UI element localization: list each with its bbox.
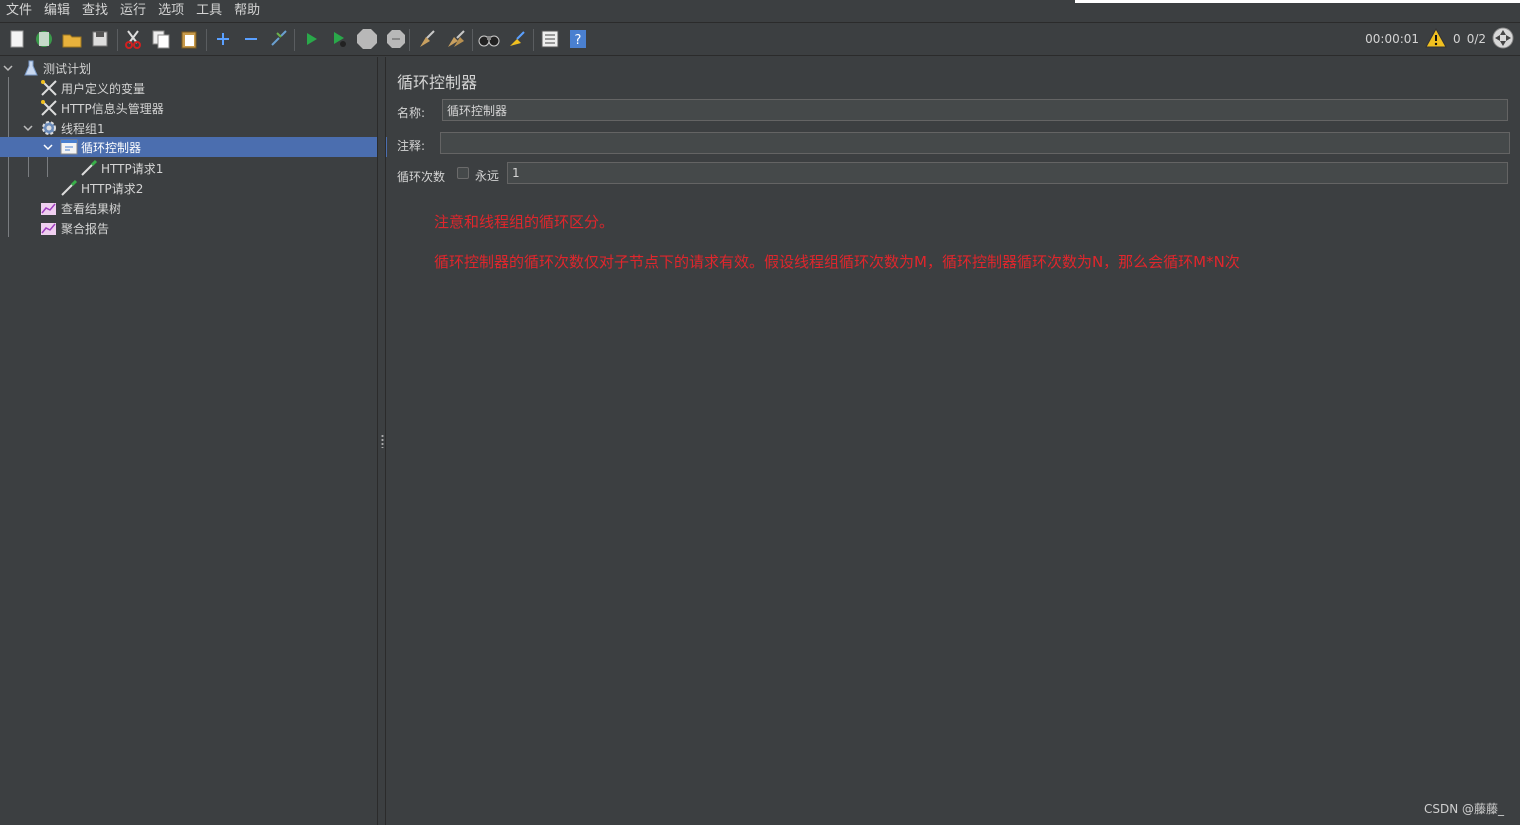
page-title: 循环控制器 xyxy=(397,73,478,92)
tree-item-test-plan[interactable]: 测试计划 xyxy=(0,58,379,78)
tree-item-http-request-2[interactable]: HTTP请求2 xyxy=(0,178,437,198)
search-icon[interactable] xyxy=(478,28,500,50)
remote-icon[interactable] xyxy=(1492,27,1514,52)
menu-run[interactable]: 运行 xyxy=(114,0,152,22)
name-label: 名称: xyxy=(397,106,426,120)
tree-item-label: HTTP请求1 xyxy=(101,161,164,176)
tree-item-label: 循环控制器 xyxy=(81,140,142,155)
status-area: 00:00:01 0 0/2 xyxy=(1365,22,1520,56)
menu-help[interactable]: 帮助 xyxy=(228,0,266,22)
panel-splitter[interactable] xyxy=(377,57,386,825)
tree-item-header-manager[interactable]: HTTP信息头管理器 xyxy=(0,98,417,118)
open-icon[interactable] xyxy=(61,28,83,50)
menu-tools[interactable]: 工具 xyxy=(190,0,228,22)
comment-field[interactable] xyxy=(440,132,1510,154)
tree-item-thread-group[interactable]: 线程组1 xyxy=(0,118,399,138)
paste-icon[interactable] xyxy=(178,28,200,50)
forever-checkbox[interactable] xyxy=(457,167,469,179)
chart-icon xyxy=(40,219,58,237)
menu-file[interactable]: 文件 xyxy=(0,0,38,22)
tree-item-user-variables[interactable]: 用户定义的变量 xyxy=(0,78,417,98)
clear-icon[interactable] xyxy=(416,28,438,50)
expand-icon[interactable] xyxy=(212,28,234,50)
stop-icon[interactable] xyxy=(356,28,378,50)
note-line-2: 循环控制器的循环次数仅对子节点下的请求有效。假设线程组循环次数为M，循环控制器循… xyxy=(434,253,1240,271)
svg-text:?: ? xyxy=(575,33,582,48)
tree-item-view-results-tree[interactable]: 查看结果树 xyxy=(0,198,417,218)
elapsed-timer: 00:00:01 xyxy=(1365,32,1420,46)
collapse-icon[interactable] xyxy=(240,28,262,50)
tree-item-label: HTTP信息头管理器 xyxy=(61,101,164,116)
templates-icon[interactable] xyxy=(33,28,55,50)
help-icon[interactable]: ? xyxy=(567,28,589,50)
menu-search[interactable]: 查找 xyxy=(76,0,114,22)
tree-item-aggregate-report[interactable]: 聚合报告 xyxy=(0,218,417,238)
flask-icon xyxy=(22,59,40,77)
chevron-down-icon[interactable] xyxy=(42,141,54,153)
comment-label: 注释: xyxy=(397,139,426,153)
pipette-icon xyxy=(60,179,78,197)
tree-item-label: 查看结果树 xyxy=(61,201,122,216)
loop-count-field[interactable] xyxy=(507,162,1508,184)
warning-icon[interactable] xyxy=(1425,27,1447,51)
warning-count: 0 xyxy=(1453,32,1461,46)
tree-item-label: 聚合报告 xyxy=(61,221,110,236)
loop-count-label: 循环次数 xyxy=(397,170,446,184)
test-plan-tree: 测试计划 用户定义的变量 HTTP信息头管理器 线程组1 循环控制器 HTTP请… xyxy=(0,57,419,825)
active-threads: 0/2 xyxy=(1466,32,1486,46)
tree-item-label: 测试计划 xyxy=(43,61,92,76)
menu-options[interactable]: 选项 xyxy=(152,0,190,22)
tree-item-label: HTTP请求2 xyxy=(81,181,144,196)
jmeter-window: 文件 编辑 查找 运行 选项 工具 帮助 ? 00:00:01 0 0/2 测试… xyxy=(0,0,1520,825)
tree-item-loop-controller[interactable]: 循环控制器 xyxy=(0,137,419,157)
loop-controller-panel: 循环控制器 名称: 注释: 循环次数 永远 注意和线程组的循环区分。 循环控制器… xyxy=(387,57,1520,825)
new-icon[interactable] xyxy=(6,28,28,50)
menu-edit[interactable]: 编辑 xyxy=(38,0,76,22)
controller-icon xyxy=(60,138,78,156)
wrench-icon xyxy=(40,79,58,97)
chevron-down-icon[interactable] xyxy=(22,122,34,134)
name-field[interactable] xyxy=(442,99,1508,121)
splitter-grip-icon[interactable] xyxy=(381,434,384,448)
tree-item-label: 线程组1 xyxy=(61,121,105,136)
pipette-icon xyxy=(80,159,98,177)
forever-label: 永远 xyxy=(475,169,500,183)
cut-icon[interactable] xyxy=(122,28,144,50)
start-icon[interactable] xyxy=(300,28,322,50)
chart-icon xyxy=(40,199,58,217)
shutdown-icon[interactable] xyxy=(385,28,407,50)
gear-icon xyxy=(40,119,58,137)
toolbar: ? xyxy=(0,22,1520,56)
toggle-icon[interactable] xyxy=(268,28,290,50)
start-no-pause-icon[interactable] xyxy=(328,28,350,50)
watermark: CSDN @藤藤_ xyxy=(1423,802,1504,816)
chevron-down-icon[interactable] xyxy=(2,62,14,74)
function-helper-icon[interactable] xyxy=(539,28,561,50)
tree-item-label: 用户定义的变量 xyxy=(61,81,146,96)
reset-search-icon[interactable] xyxy=(506,28,528,50)
copy-icon[interactable] xyxy=(150,28,172,50)
note-line-1: 注意和线程组的循环区分。 xyxy=(434,213,615,231)
title-strip xyxy=(1075,0,1520,3)
wrench-icon xyxy=(40,99,58,117)
clear-all-icon[interactable] xyxy=(445,28,467,50)
menu-bar: 文件 编辑 查找 运行 选项 工具 帮助 xyxy=(0,0,1520,22)
save-icon[interactable] xyxy=(89,28,111,50)
